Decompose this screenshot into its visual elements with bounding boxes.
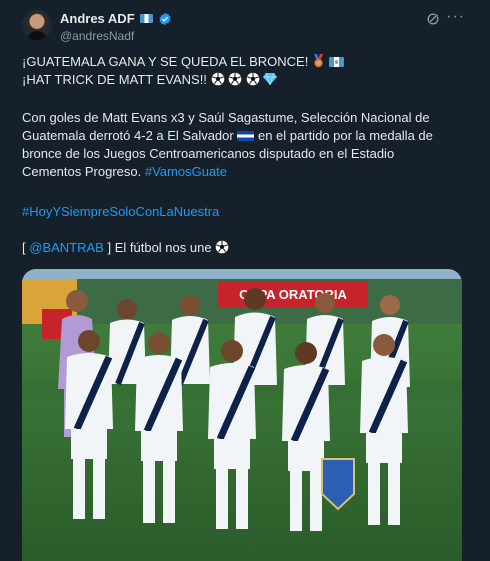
team-photo[interactable]: COPA ORATORIA: [22, 269, 462, 561]
author-name-row: Andres ADF: [60, 11, 172, 26]
grok-icon[interactable]: [426, 12, 440, 26]
soccer-ball-icon: [246, 72, 260, 86]
tweet-line-2: ¡HAT TRICK DE MATT EVANS!!: [22, 71, 278, 89]
guatemala-flag-icon: [139, 14, 153, 23]
mention-bantrab[interactable]: @BANTRAB: [29, 240, 104, 255]
headline-text: ¡GUATEMALA GANA Y SE QUEDA EL BRONCE!: [22, 54, 309, 69]
team-photo-image: COPA ORATORIA: [22, 269, 462, 561]
stadium-text: Cementos Progreso.: [22, 164, 142, 179]
gem-icon: [263, 73, 278, 85]
tweet-hashtag-line: #HoyYSiempreSoloConLaNuestra: [22, 203, 219, 221]
tweet-para-line-3: bronce de los Juegos Centroamericanos di…: [22, 146, 395, 161]
guatemala-flag-icon: [328, 57, 344, 67]
tweet-line-1: ¡GUATEMALA GANA Y SE QUEDA EL BRONCE!: [22, 53, 344, 71]
tweet-para-line-1: Con goles de Matt Evans x3 y Saúl Sagast…: [22, 110, 430, 125]
soccer-ball-icon: [211, 72, 224, 86]
avatar[interactable]: [22, 10, 52, 40]
tweet-mention-line: [ @BANTRAB ] El fútbol nos une: [22, 239, 229, 257]
tweet-card: Andres ADF @andresNadf ··· ¡GUATEMALA GA…: [0, 0, 490, 561]
hashtag-vamosguate[interactable]: #VamosGuate: [145, 164, 227, 179]
tweet-para-line-4: Cementos Progreso. #VamosGuate: [22, 163, 227, 181]
bracket-open: [: [22, 240, 26, 255]
soccer-ball-icon: [228, 72, 242, 86]
display-name[interactable]: Andres ADF: [60, 11, 135, 26]
soccer-ball-icon: [215, 240, 229, 254]
match-text: en el partido por la medalla de: [257, 128, 433, 143]
slogan-text: ] El fútbol nos une: [107, 240, 212, 255]
hashtag-hoyysiempre[interactable]: #HoyYSiempreSoloConLaNuestra: [22, 204, 219, 219]
medal-icon: [313, 54, 323, 68]
hat-trick-text: ¡HAT TRICK DE MATT EVANS!!: [22, 72, 207, 87]
score-text: Guatemala derrotó 4-2 a El Salvador: [22, 128, 234, 143]
more-icon[interactable]: ···: [446, 9, 465, 25]
author-handle[interactable]: @andresNadf: [60, 29, 134, 43]
el-salvador-flag-icon: [237, 131, 255, 141]
verified-icon: [159, 12, 171, 25]
tweet-para-line-2: Guatemala derrotó 4-2 a El Salvador en e…: [22, 127, 433, 145]
